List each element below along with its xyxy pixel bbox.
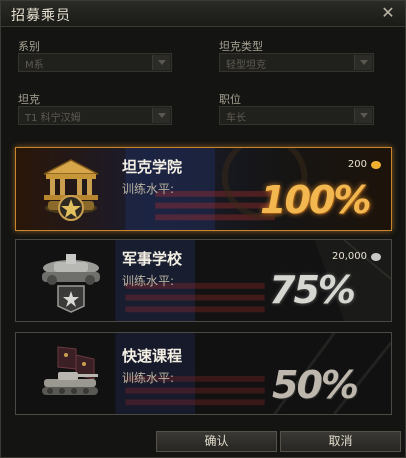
credits-coin-icon <box>371 253 381 261</box>
close-icon[interactable]: ✕ <box>379 4 397 22</box>
training-level-label: 训练水平: <box>122 371 175 385</box>
role-select[interactable]: 车长 <box>219 106 374 125</box>
title-bar[interactable]: 招募乘员 ✕ <box>1 1 405 27</box>
option-quick-course[interactable]: 快速课程 训练水平: 50% <box>15 332 392 415</box>
tank-select[interactable]: T1 科宁汉姆 <box>18 106 172 125</box>
recruit-crew-dialog: 招募乘员 ✕ 系别 M系 坦克类型 轻型坦克 坦克 T1 科宁汉姆 职位 车长 <box>0 0 406 458</box>
cost-value: 20,000 <box>332 251 367 262</box>
option-tank-academy[interactable]: 坦克学院 训练水平: 200 100% <box>15 147 392 231</box>
quick-course-icon <box>42 346 98 395</box>
nation-select-value: M系 <box>25 60 44 71</box>
tank-type-select-value: 轻型坦克 <box>226 60 266 71</box>
cancel-button[interactable]: 取消 <box>280 431 401 452</box>
tank-label: 坦克 <box>18 93 40 106</box>
training-percent: 100% <box>260 178 371 222</box>
chevron-down-icon <box>152 108 170 123</box>
cost-value: 200 <box>347 159 367 170</box>
option-military-school[interactable]: 军事学校 训练水平: 20,000 75% <box>15 239 392 322</box>
tank-select-value: T1 科宁汉姆 <box>25 113 81 124</box>
option-name: 快速课程 <box>122 347 183 365</box>
option-name: 坦克学院 <box>122 158 183 176</box>
military-school-icon <box>42 254 100 313</box>
dialog-title: 招募乘员 <box>11 8 71 24</box>
tank-type-label: 坦克类型 <box>219 40 263 53</box>
option-name: 军事学校 <box>122 250 183 268</box>
nation-label: 系别 <box>18 40 40 53</box>
training-percent: 50% <box>272 363 359 407</box>
tank-type-select[interactable]: 轻型坦克 <box>219 53 374 72</box>
chevron-down-icon <box>152 55 170 70</box>
nation-select[interactable]: M系 <box>18 53 172 72</box>
role-label: 职位 <box>219 93 241 106</box>
academy-building-icon <box>43 159 99 221</box>
role-select-value: 车长 <box>226 113 246 124</box>
training-percent: 75% <box>269 268 356 312</box>
chevron-down-icon <box>354 55 372 70</box>
confirm-button[interactable]: 确认 <box>156 431 277 452</box>
chevron-down-icon <box>354 108 372 123</box>
training-level-label: 训练水平: <box>122 182 175 196</box>
training-level-label: 训练水平: <box>122 274 175 288</box>
gold-coin-icon <box>371 161 381 169</box>
